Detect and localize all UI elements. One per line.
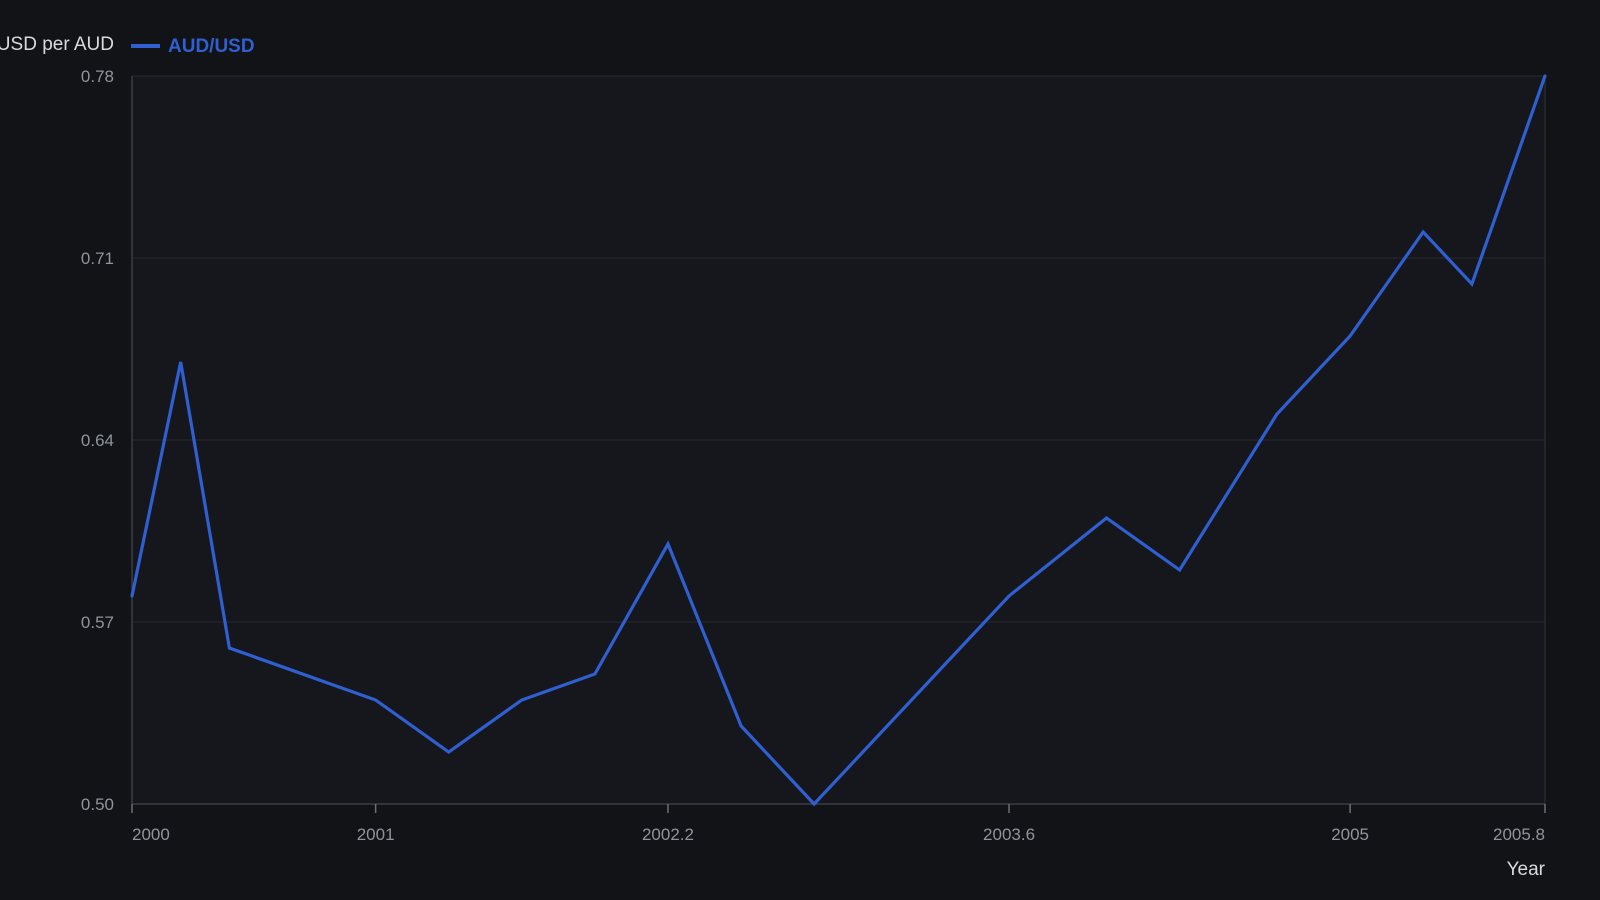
- y-tick-label: 0.64: [81, 431, 114, 450]
- x-tick-label: 2003.6: [983, 825, 1035, 844]
- y-axis-title: USD per AUD: [0, 34, 114, 55]
- x-axis-ticks: 2000 2001 2002.2 2003.6 2005 2005.8: [131, 804, 1546, 844]
- x-tick-label: 2001: [357, 825, 395, 844]
- y-tick-label: 0.57: [81, 613, 114, 632]
- y-tick-label: 0.50: [81, 795, 114, 814]
- line-chart: 2000 2001 2002.2 2003.6 2005 2005.8 0.500.570…: [0, 34, 1547, 880]
- x-tick-label: 2002.2: [642, 825, 694, 844]
- x-tick-label: 2000: [132, 825, 170, 844]
- x-axis-title: Year: [1507, 859, 1546, 880]
- x-tick-label: 2005.8: [1493, 825, 1545, 844]
- y-tick-label: 0.78: [81, 67, 114, 86]
- legend: AUD/USD: [131, 36, 255, 57]
- y-axis-ticks: 0.50 0.57 0.64 0.71 0.78: [81, 67, 114, 814]
- x-tick-label: 2005: [1331, 825, 1369, 844]
- y-tick-label: 0.71: [81, 249, 114, 268]
- legend-label-aud-usd: AUD/USD: [168, 36, 255, 57]
